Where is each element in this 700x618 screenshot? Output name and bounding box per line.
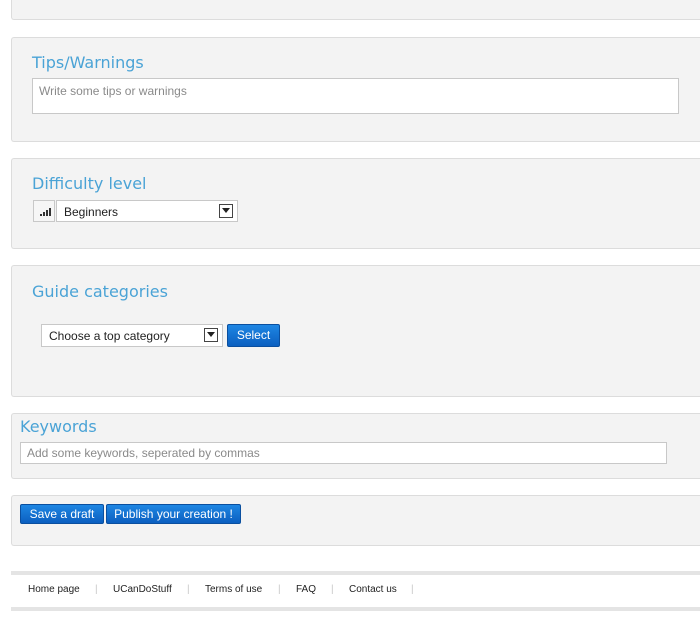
footer-link-terms[interactable]: Terms of use bbox=[205, 584, 262, 595]
publish-button[interactable]: Publish your creation ! bbox=[106, 504, 241, 524]
tips-input[interactable]: Write some tips or warnings bbox=[32, 78, 679, 114]
difficulty-panel: Difficulty level Beginners bbox=[11, 158, 700, 249]
signal-bars-icon bbox=[33, 200, 55, 222]
difficulty-select[interactable]: Beginners bbox=[56, 200, 238, 222]
save-draft-button[interactable]: Save a draft bbox=[20, 504, 104, 524]
categories-title: Guide categories bbox=[32, 282, 168, 301]
top-category-selected-value: Choose a top category bbox=[49, 329, 170, 343]
footer-bottom-divider bbox=[11, 607, 700, 611]
chevron-down-icon[interactable] bbox=[204, 328, 218, 342]
top-category-select[interactable]: Choose a top category bbox=[41, 324, 223, 347]
select-category-button[interactable]: Select bbox=[227, 324, 280, 347]
difficulty-title: Difficulty level bbox=[32, 174, 147, 193]
footer-top-divider bbox=[11, 571, 700, 575]
footer-separator: | bbox=[411, 584, 414, 595]
keywords-panel: Keywords Add some keywords, seperated by… bbox=[11, 413, 700, 479]
footer-separator: | bbox=[187, 584, 190, 595]
actions-panel: Save a draft Publish your creation ! bbox=[11, 495, 700, 546]
footer-link-faq[interactable]: FAQ bbox=[296, 584, 316, 595]
categories-panel: Guide categories Choose a top category S… bbox=[11, 265, 700, 397]
tips-title: Tips/Warnings bbox=[32, 53, 144, 72]
chevron-down-icon[interactable] bbox=[219, 204, 233, 218]
footer-separator: | bbox=[278, 584, 281, 595]
tips-panel: Tips/Warnings Write some tips or warning… bbox=[11, 37, 700, 142]
keywords-input[interactable]: Add some keywords, seperated by commas bbox=[20, 442, 667, 464]
previous-section-panel bbox=[11, 0, 700, 20]
footer-link-contact[interactable]: Contact us bbox=[349, 584, 397, 595]
footer-link-home[interactable]: Home page bbox=[28, 584, 80, 595]
footer-separator: | bbox=[95, 584, 98, 595]
footer-link-ucandostuff[interactable]: UCanDoStuff bbox=[113, 584, 172, 595]
footer-separator: | bbox=[331, 584, 334, 595]
keywords-title: Keywords bbox=[20, 417, 97, 436]
difficulty-selected-value: Beginners bbox=[64, 205, 119, 219]
